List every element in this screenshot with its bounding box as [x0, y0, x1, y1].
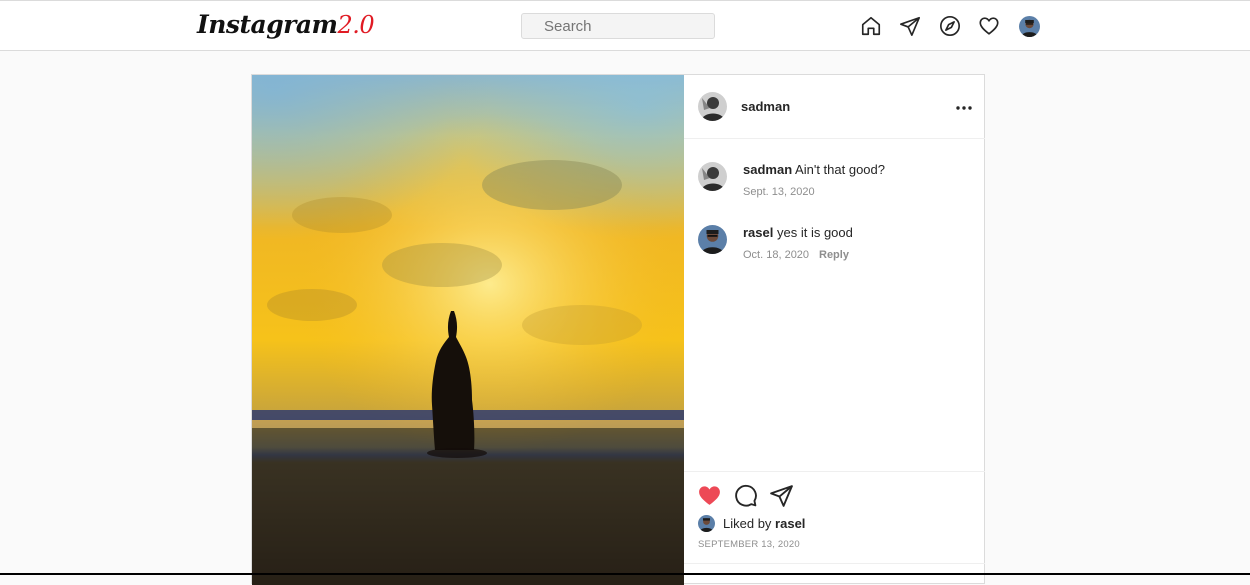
liked-by-username[interactable]: rasel [775, 516, 805, 531]
search-input[interactable] [521, 13, 715, 39]
brand-name: Instagram [197, 10, 338, 39]
comment-username[interactable]: rasel [743, 225, 773, 240]
author-avatar[interactable] [698, 92, 727, 121]
liker-avatar[interactable] [698, 515, 715, 532]
post-photo[interactable] [252, 75, 684, 585]
comment-username[interactable]: sadman [743, 162, 792, 177]
comment-body: yes it is good [777, 225, 853, 240]
comment-date: Sept. 13, 2020 [743, 186, 815, 198]
heart-icon[interactable] [978, 15, 1000, 37]
post-date: SEPTEMBER 13, 2020 [698, 539, 800, 550]
comment-date: Oct. 18, 2020 [743, 249, 810, 261]
post-card: sadman sadman Ain't that good? Sept. 13,… [251, 74, 985, 585]
top-navigation-bar: Instagram2.0 [0, 0, 1250, 51]
comment-text: rasel yes it is good [743, 225, 853, 240]
profile-avatar[interactable] [1019, 16, 1040, 37]
post-header: sadman [684, 75, 985, 139]
send-icon[interactable] [899, 15, 921, 37]
commenter-avatar[interactable] [698, 225, 727, 254]
author-username[interactable]: sadman [741, 99, 790, 114]
commenter-avatar[interactable] [698, 162, 727, 191]
post-actions: Liked by rasel SEPTEMBER 13, 2020 [684, 471, 985, 563]
home-icon[interactable] [860, 15, 882, 37]
share-icon[interactable] [769, 483, 794, 508]
explore-icon[interactable] [939, 15, 961, 37]
comment-icon[interactable] [733, 483, 758, 508]
post-sidebar: sadman sadman Ain't that good? Sept. 13,… [684, 75, 985, 585]
brand-version: 2.0 [337, 11, 375, 39]
more-dots-icon[interactable] [952, 97, 976, 117]
brand-logo[interactable]: Instagram2.0 [197, 10, 375, 40]
reply-button[interactable]: Reply [819, 249, 849, 261]
liked-by-text: Liked by rasel [723, 516, 805, 531]
comment-text: sadman Ain't that good? [743, 162, 885, 177]
heart-filled-icon[interactable] [697, 483, 722, 508]
liked-by-prefix: Liked by [723, 516, 772, 531]
comment-body: Ain't that good? [795, 162, 885, 177]
